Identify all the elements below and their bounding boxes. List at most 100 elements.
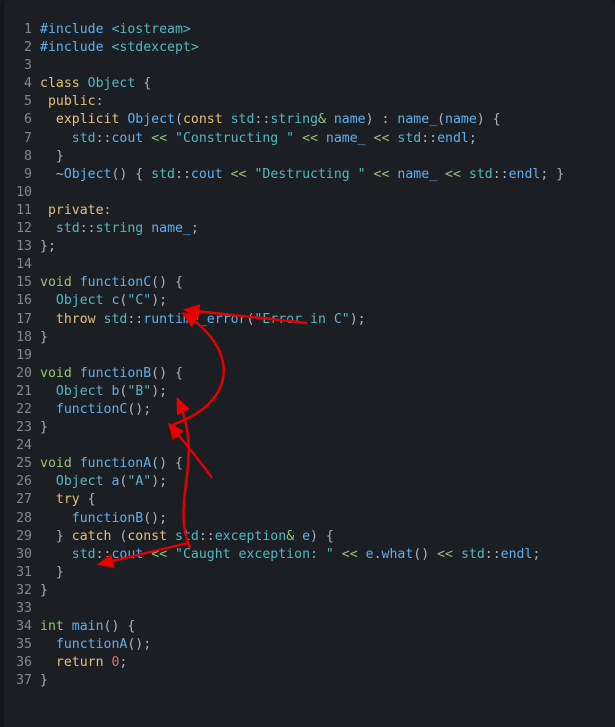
line-content[interactable]: return 0;	[40, 654, 615, 672]
code-line[interactable]: 15 void functionC() {	[0, 274, 615, 292]
code-line[interactable]: 5 public:	[0, 93, 615, 111]
code-line[interactable]: 26 Object a("A");	[0, 473, 615, 491]
code-line[interactable]: 21 Object b("B");	[0, 383, 615, 401]
code-line[interactable]: 14	[0, 256, 615, 274]
code-token: ) {	[310, 528, 334, 544]
code-line[interactable]: 2 #include <stdexcept>	[0, 39, 615, 57]
code-token: }	[40, 582, 48, 598]
line-content[interactable]: } catch (const std::exception& e) {	[40, 528, 615, 546]
code-line[interactable]: 7 std::cout << "Constructing " << name_ …	[0, 130, 615, 148]
code-line[interactable]: 35 functionA();	[0, 636, 615, 654]
code-token: <<	[373, 130, 390, 146]
code-token: name_	[143, 221, 191, 237]
code-line[interactable]: 25 void functionA() {	[0, 455, 615, 473]
code-line[interactable]: 19	[0, 347, 615, 365]
code-token: ::	[95, 130, 112, 146]
code-line[interactable]: 4 class Object {	[0, 75, 615, 93]
line-content[interactable]: std::cout << "Constructing " << name_ <<…	[40, 130, 615, 148]
line-content[interactable]: }	[40, 564, 615, 582]
code-token: }	[40, 564, 64, 580]
code-token: name_	[389, 166, 446, 182]
code-token: };	[40, 239, 56, 255]
line-content[interactable]: functionC();	[40, 401, 615, 419]
code-line[interactable]: 28 functionB();	[0, 510, 615, 528]
code-token: const	[182, 112, 231, 128]
line-content[interactable]: void functionB() {	[40, 365, 615, 383]
code-line[interactable]: 9 ~Object() { std::cout << "Destructing …	[0, 166, 615, 184]
code-token: string	[270, 112, 318, 128]
code-token: endl	[508, 166, 541, 182]
line-content[interactable]: throw std::runtime_error("Error in C");	[40, 311, 615, 329]
code-token: c	[103, 293, 120, 309]
code-line[interactable]: 12 std::string name_;	[0, 220, 615, 238]
code-token: () {	[151, 275, 183, 291]
line-content[interactable]: int main() {	[40, 618, 615, 636]
code-line[interactable]: 37 }	[0, 672, 615, 690]
code-line[interactable]: 36 return 0;	[0, 654, 615, 672]
line-content[interactable]: std::cout << "Caught exception: " << e.w…	[40, 546, 615, 564]
line-content[interactable]: explicit Object(const std::string& name)…	[40, 111, 615, 129]
line-content[interactable]: }	[40, 148, 615, 166]
line-content[interactable]: public:	[40, 93, 615, 111]
line-content[interactable]: functionB();	[40, 510, 615, 528]
line-content[interactable]: #include <iostream>	[40, 21, 615, 39]
code-line[interactable]: 16 Object c("C");	[0, 292, 615, 310]
code-line[interactable]: 29 } catch (const std::exception& e) {	[0, 528, 615, 546]
code-line[interactable]: 3	[0, 57, 615, 75]
line-number: 34	[16, 619, 32, 635]
code-line[interactable]: 33	[0, 600, 615, 618]
line-number: 19	[16, 347, 32, 363]
code-line[interactable]: 1 #include <iostream>	[0, 21, 615, 39]
code-line[interactable]: 32 }	[0, 582, 615, 600]
code-token: std	[55, 221, 80, 237]
code-line[interactable]: 20 void functionB() {	[0, 365, 615, 383]
line-number: 16	[16, 293, 32, 309]
line-content[interactable]: ~Object() { std::cout << "Destructing " …	[40, 166, 615, 184]
line-number: 30	[16, 546, 32, 562]
line-content[interactable]: try {	[40, 491, 615, 509]
code-token: private	[47, 202, 104, 218]
line-number: 1	[24, 22, 32, 37]
line-content[interactable]: };	[40, 238, 615, 256]
line-content[interactable]: Object c("C");	[40, 292, 615, 310]
line-content[interactable]: }	[40, 582, 615, 600]
code-line[interactable]: 8 }	[0, 148, 615, 166]
code-line[interactable]: 34 int main() {	[0, 618, 615, 636]
line-content[interactable]: void functionA() {	[40, 455, 615, 473]
line-number: 25	[16, 456, 32, 472]
line-content[interactable]: Object b("B");	[40, 383, 615, 401]
line-content[interactable]: }	[40, 329, 615, 347]
line-content[interactable]: #include <stdexcept>	[40, 39, 615, 57]
code-token: void	[40, 275, 80, 291]
line-content[interactable]: functionA();	[40, 636, 615, 654]
code-line[interactable]: 24	[0, 437, 615, 455]
line-content[interactable]: private:	[40, 202, 615, 220]
code-line[interactable]: 22 functionC();	[0, 401, 615, 419]
code-surface[interactable]: 1 #include <iostream> 2 #include <stdexc…	[0, 21, 615, 690]
code-token: catch	[71, 528, 120, 544]
code-line[interactable]: 11 private:	[0, 202, 615, 220]
line-content[interactable]: }	[40, 419, 615, 437]
code-line[interactable]: 23 }	[0, 419, 615, 437]
code-line[interactable]: 17 throw std::runtime_error("Error in C"…	[0, 311, 615, 329]
code-line[interactable]: 30 std::cout << "Caught exception: " << …	[0, 546, 615, 564]
code-line[interactable]: 31 }	[0, 564, 615, 582]
line-content[interactable]: void functionC() {	[40, 274, 615, 292]
code-token: <<	[151, 546, 168, 562]
line-content[interactable]: std::string name_;	[40, 220, 615, 238]
code-token: Object	[127, 112, 175, 128]
code-line[interactable]: 10	[0, 184, 615, 202]
code-token: <<	[373, 166, 390, 182]
line-content[interactable]: }	[40, 672, 615, 690]
line-content[interactable]: Object a("A");	[40, 473, 615, 491]
code-line[interactable]: 27 try {	[0, 491, 615, 509]
line-content[interactable]: class Object {	[40, 75, 615, 93]
code-line[interactable]: 6 explicit Object(const std::string& nam…	[0, 111, 615, 129]
code-line[interactable]: 18 }	[0, 329, 615, 347]
code-line[interactable]: 13 };	[0, 238, 615, 256]
